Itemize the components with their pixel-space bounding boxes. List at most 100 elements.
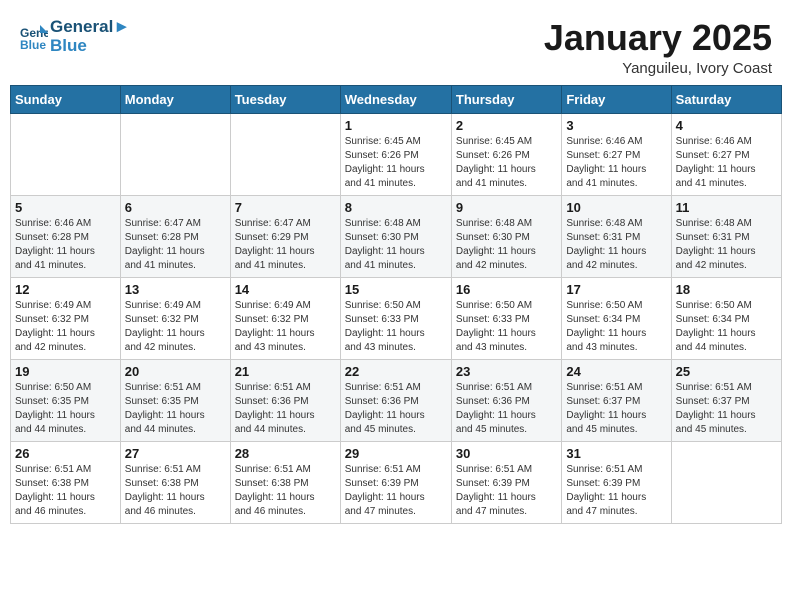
day-number: 27 <box>125 446 226 461</box>
day-number: 14 <box>235 282 336 297</box>
calendar-cell: 28Sunrise: 6:51 AM Sunset: 6:38 PM Dayli… <box>230 441 340 523</box>
calendar-cell <box>230 113 340 195</box>
day-number: 29 <box>345 446 447 461</box>
day-number: 18 <box>676 282 777 297</box>
calendar-cell: 29 Sunrise: 6:51 AM Sunset: 6:39 PM Dayli… <box>340 441 451 523</box>
calendar-cell <box>120 113 230 195</box>
day-number: 31 <box>566 446 666 461</box>
calendar-week-row: 19 Sunrise: 6:50 AM Sunset: 6:35 PM Dayli… <box>11 359 782 441</box>
day-number: 4 <box>676 118 777 133</box>
header-thursday: Thursday <box>451 85 561 113</box>
day-number: 6 <box>125 200 226 215</box>
calendar-cell: 17 Sunrise: 6:50 AM Sunset: 6:34 PM Dayli… <box>562 277 671 359</box>
calendar-cell: 11 Sunrise: 6:48 AM Sunset: 6:31 PM Dayli… <box>671 195 781 277</box>
day-number: 25 <box>676 364 777 379</box>
header-saturday: Saturday <box>671 85 781 113</box>
calendar-cell: 2Sunrise: 6:45 AM Sunset: 6:26 PM Daylig… <box>451 113 561 195</box>
day-info: Sunrise: 6:51 AM Sunset: 6:36 PM Dayligh… <box>456 381 557 437</box>
header-friday: Friday <box>562 85 671 113</box>
day-info: Sunrise: 6:46 AM Sunset: 6:28 PM Dayligh… <box>15 217 116 273</box>
calendar-cell: 25 Sunrise: 6:51 AM Sunset: 6:37 PM Dayli… <box>671 359 781 441</box>
header-monday: Monday <box>120 85 230 113</box>
calendar: Sunday Monday Tuesday Wednesday Thursday… <box>10 85 782 524</box>
calendar-cell: 1 Sunrise: 6:45 AM Sunset: 6:26 PM Daylig… <box>340 113 451 195</box>
calendar-cell: 30 Sunrise: 6:51 AM Sunset: 6:39 PM Dayli… <box>451 441 561 523</box>
calendar-cell: 12Sunrise: 6:49 AM Sunset: 6:32 PM Dayli… <box>11 277 121 359</box>
day-number: 15 <box>345 282 447 297</box>
calendar-cell <box>11 113 121 195</box>
svg-text:Blue: Blue <box>20 38 46 51</box>
day-number: 1 <box>345 118 447 133</box>
calendar-cell: 6 Sunrise: 6:47 AM Sunset: 6:28 PM Daylig… <box>120 195 230 277</box>
header-sunday: Sunday <box>11 85 121 113</box>
title-area: January 2025 Yanguileu, Ivory Coast <box>544 18 772 77</box>
day-number: 8 <box>345 200 447 215</box>
day-info: Sunrise: 6:50 AM Sunset: 6:33 PM Dayligh… <box>345 299 447 355</box>
calendar-cell: 20Sunrise: 6:51 AM Sunset: 6:35 PM Dayli… <box>120 359 230 441</box>
calendar-week-row: 1 Sunrise: 6:45 AM Sunset: 6:26 PM Daylig… <box>11 113 782 195</box>
day-info: Sunrise: 6:47 AM Sunset: 6:29 PM Dayligh… <box>235 217 336 273</box>
day-number: 11 <box>676 200 777 215</box>
calendar-week-row: 5Sunrise: 6:46 AM Sunset: 6:28 PM Daylig… <box>11 195 782 277</box>
day-number: 30 <box>456 446 557 461</box>
day-number: 24 <box>566 364 666 379</box>
logo-icon: General Blue <box>20 23 48 51</box>
calendar-cell: 7 Sunrise: 6:47 AM Sunset: 6:29 PM Daylig… <box>230 195 340 277</box>
day-number: 22 <box>345 364 447 379</box>
calendar-cell: 16Sunrise: 6:50 AM Sunset: 6:33 PM Dayli… <box>451 277 561 359</box>
day-number: 21 <box>235 364 336 379</box>
calendar-cell: 21 Sunrise: 6:51 AM Sunset: 6:36 PM Dayli… <box>230 359 340 441</box>
calendar-cell: 5Sunrise: 6:46 AM Sunset: 6:28 PM Daylig… <box>11 195 121 277</box>
calendar-cell: 15 Sunrise: 6:50 AM Sunset: 6:33 PM Dayli… <box>340 277 451 359</box>
calendar-cell: 19 Sunrise: 6:50 AM Sunset: 6:35 PM Dayli… <box>11 359 121 441</box>
day-info: Sunrise: 6:46 AM Sunset: 6:27 PM Dayligh… <box>676 135 777 191</box>
day-number: 17 <box>566 282 666 297</box>
calendar-cell <box>671 441 781 523</box>
calendar-cell: 23Sunrise: 6:51 AM Sunset: 6:36 PM Dayli… <box>451 359 561 441</box>
day-info: Sunrise: 6:45 AM Sunset: 6:26 PM Dayligh… <box>345 135 447 191</box>
day-number: 16 <box>456 282 557 297</box>
day-info: Sunrise: 6:50 AM Sunset: 6:34 PM Dayligh… <box>566 299 666 355</box>
month-title: January 2025 <box>544 18 772 58</box>
day-info: Sunrise: 6:48 AM Sunset: 6:31 PM Dayligh… <box>566 217 666 273</box>
day-info: Sunrise: 6:46 AM Sunset: 6:27 PM Dayligh… <box>566 135 666 191</box>
day-info: Sunrise: 6:51 AM Sunset: 6:36 PM Dayligh… <box>345 381 447 437</box>
day-number: 3 <box>566 118 666 133</box>
calendar-cell: 13 Sunrise: 6:49 AM Sunset: 6:32 PM Dayli… <box>120 277 230 359</box>
day-info: Sunrise: 6:51 AM Sunset: 6:35 PM Dayligh… <box>125 381 226 437</box>
day-info: Sunrise: 6:51 AM Sunset: 6:37 PM Dayligh… <box>566 381 666 437</box>
day-info: Sunrise: 6:51 AM Sunset: 6:39 PM Dayligh… <box>345 463 447 519</box>
day-info: Sunrise: 6:48 AM Sunset: 6:30 PM Dayligh… <box>456 217 557 273</box>
calendar-cell: 27 Sunrise: 6:51 AM Sunset: 6:38 PM Dayli… <box>120 441 230 523</box>
day-info: Sunrise: 6:49 AM Sunset: 6:32 PM Dayligh… <box>125 299 226 355</box>
calendar-week-row: 12 Sunrise: 6:49 AM Sunset: 6:32 PM Dayli… <box>11 277 782 359</box>
day-info: Sunrise: 6:51 AM Sunset: 6:38 PM Dayligh… <box>235 463 336 519</box>
day-number: 19 <box>15 364 116 379</box>
location-subtitle: Yanguileu, Ivory Coast <box>544 60 772 77</box>
calendar-cell: 8 Sunrise: 6:48 AM Sunset: 6:30 PM Daylig… <box>340 195 451 277</box>
calendar-cell: 3 Sunrise: 6:46 AM Sunset: 6:27 PM Daylig… <box>562 113 671 195</box>
day-number: 13 <box>125 282 226 297</box>
day-info: Sunrise: 6:48 AM Sunset: 6:31 PM Dayligh… <box>676 217 777 273</box>
day-number: 7 <box>235 200 336 215</box>
day-info: Sunrise: 6:47 AM Sunset: 6:28 PM Dayligh… <box>125 217 226 273</box>
day-info: Sunrise: 6:48 AM Sunset: 6:30 PM Dayligh… <box>345 217 447 273</box>
day-number: 12 <box>15 282 116 297</box>
calendar-cell: 14Sunrise: 6:49 AM Sunset: 6:32 PM Dayli… <box>230 277 340 359</box>
calendar-cell: 22 Sunrise: 6:51 AM Sunset: 6:36 PM Dayli… <box>340 359 451 441</box>
day-info: Sunrise: 6:51 AM Sunset: 6:36 PM Dayligh… <box>235 381 336 437</box>
day-number: 9 <box>456 200 557 215</box>
logo: General Blue General► Blue <box>20 18 130 55</box>
day-info: Sunrise: 6:51 AM Sunset: 6:39 PM Dayligh… <box>456 463 557 519</box>
calendar-header-row: Sunday Monday Tuesday Wednesday Thursday… <box>11 85 782 113</box>
day-info: Sunrise: 6:50 AM Sunset: 6:35 PM Dayligh… <box>15 381 116 437</box>
day-info: Sunrise: 6:50 AM Sunset: 6:34 PM Dayligh… <box>676 299 777 355</box>
header-tuesday: Tuesday <box>230 85 340 113</box>
day-info: Sunrise: 6:51 AM Sunset: 6:38 PM Dayligh… <box>125 463 226 519</box>
day-info: Sunrise: 6:51 AM Sunset: 6:39 PM Dayligh… <box>566 463 666 519</box>
header: General Blue General► Blue January 2025 … <box>10 10 782 77</box>
day-info: Sunrise: 6:51 AM Sunset: 6:38 PM Dayligh… <box>15 463 116 519</box>
calendar-cell: 18 Sunrise: 6:50 AM Sunset: 6:34 PM Dayli… <box>671 277 781 359</box>
day-number: 26 <box>15 446 116 461</box>
day-info: Sunrise: 6:51 AM Sunset: 6:37 PM Dayligh… <box>676 381 777 437</box>
